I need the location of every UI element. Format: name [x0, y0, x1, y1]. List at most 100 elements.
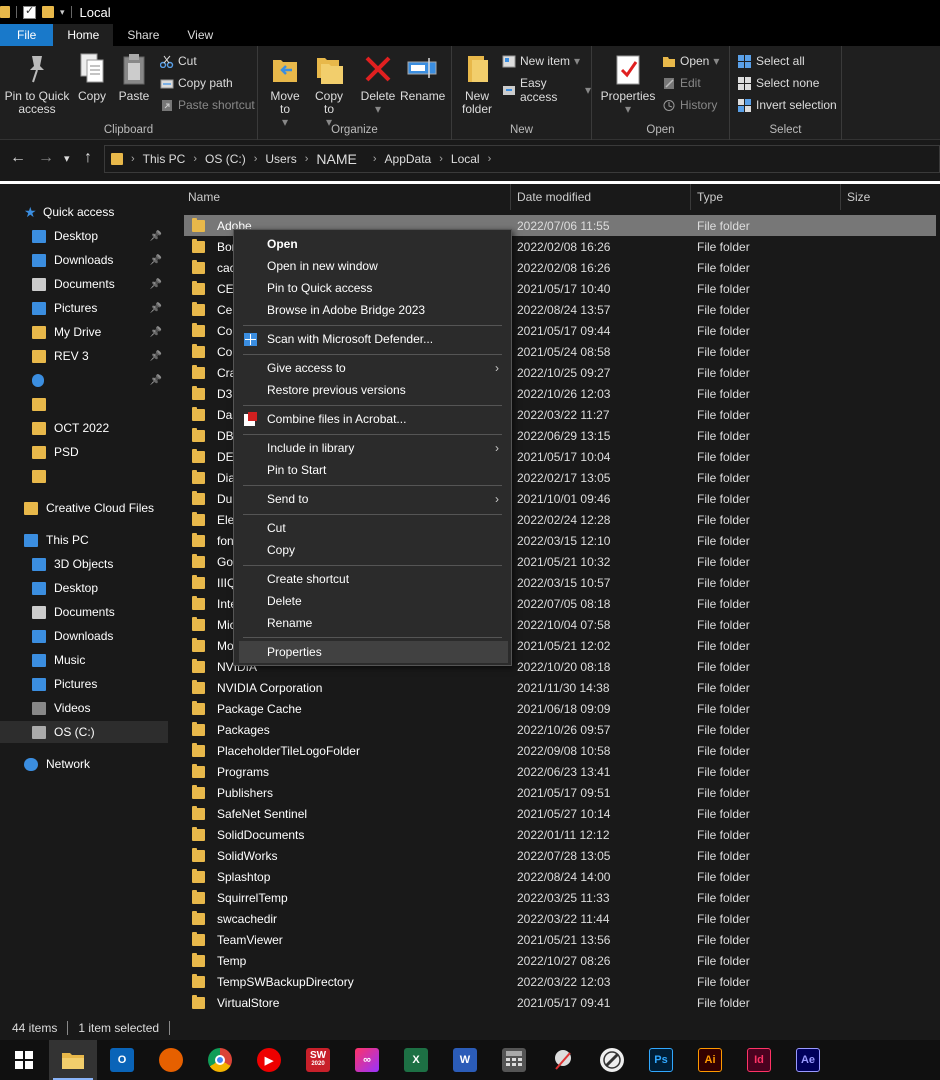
- forward-arrow-icon[interactable]: →: [38, 149, 54, 167]
- column-header-type[interactable]: Type: [691, 184, 841, 210]
- copy-to-button[interactable]: Copy to ▾: [312, 52, 346, 129]
- nav-this-pc-item[interactable]: Desktop: [0, 577, 168, 599]
- nav-quick-access-item[interactable]: [0, 393, 168, 415]
- open-button[interactable]: Open ▾: [662, 54, 719, 68]
- breadcrumb-users[interactable]: Users: [265, 152, 296, 166]
- file-explorer-icon[interactable]: [49, 1040, 97, 1080]
- customize-toolbar-chevron-icon[interactable]: ▾: [60, 7, 65, 18]
- properties-button[interactable]: Properties ▾: [600, 52, 656, 116]
- address-bar[interactable]: › This PC › OS (C:) › Users › NAME › App…: [104, 145, 940, 173]
- nav-quick-access-item[interactable]: Documents 📌: [0, 273, 168, 295]
- history-button[interactable]: History: [662, 98, 717, 112]
- table-row[interactable]: SolidWorks 2022/07/28 13:05 File folder: [184, 845, 936, 866]
- new-item-button[interactable]: New item ▾: [502, 54, 580, 68]
- menu-item-pin-start[interactable]: Pin to Start: [234, 459, 511, 481]
- chevron-right-icon[interactable]: ›: [254, 153, 258, 165]
- column-header-size[interactable]: Size: [841, 184, 940, 210]
- nav-this-pc-item[interactable]: Documents: [0, 601, 168, 623]
- back-arrow-icon[interactable]: ←: [10, 149, 26, 167]
- menu-item-adobe-bridge[interactable]: Browse in Adobe Bridge 2023: [234, 299, 511, 321]
- invert-selection-button[interactable]: Invert selection: [738, 98, 837, 112]
- breadcrumb-this-pc[interactable]: This PC: [143, 152, 186, 166]
- breadcrumb-os-c[interactable]: OS (C:): [205, 152, 246, 166]
- nav-this-pc-item[interactable]: 3D Objects: [0, 553, 168, 575]
- cut-button[interactable]: Cut: [159, 54, 197, 68]
- column-header-date-modified[interactable]: Date modified: [511, 184, 691, 210]
- chevron-right-icon[interactable]: ›: [305, 153, 309, 165]
- nav-quick-access-item[interactable]: Desktop 📌: [0, 225, 168, 247]
- pin-icon[interactable]: 📌: [150, 351, 162, 362]
- nav-quick-access-item[interactable]: REV 3 📌: [0, 345, 168, 367]
- properties-quick-icon[interactable]: [23, 4, 36, 19]
- indesign-icon[interactable]: Id: [747, 1048, 771, 1072]
- column-header-name[interactable]: Name: [182, 184, 511, 210]
- recent-locations-chevron-icon[interactable]: ▾: [64, 152, 70, 165]
- table-row[interactable]: NVIDIA Corporation 2021/11/30 14:38 File f…: [184, 677, 936, 698]
- new-folder-quick-icon[interactable]: [42, 6, 54, 18]
- menu-item-cut[interactable]: Cut: [234, 517, 511, 539]
- windows-start-icon[interactable]: [12, 1048, 36, 1072]
- nav-this-pc-item[interactable]: OS (C:): [0, 721, 168, 743]
- tab-view[interactable]: View: [173, 24, 227, 46]
- chevron-right-icon[interactable]: ›: [193, 153, 197, 165]
- chevron-right-icon[interactable]: ›: [131, 153, 135, 165]
- menu-item-send-to[interactable]: Send to ›: [234, 488, 511, 510]
- table-row[interactable]: Splashtop 2022/08/24 14:00 File folder: [184, 866, 936, 887]
- tab-home[interactable]: Home: [53, 24, 114, 46]
- move-to-button[interactable]: Move to ▾: [268, 52, 302, 129]
- nav-quick-access-item[interactable]: 📌: [0, 369, 168, 391]
- select-none-button[interactable]: Select none: [738, 76, 819, 90]
- nav-creative-cloud-files[interactable]: Creative Cloud Files: [0, 497, 168, 519]
- copy-path-button[interactable]: Copy path: [160, 76, 233, 90]
- chrome-icon[interactable]: [208, 1048, 232, 1072]
- nav-network[interactable]: Network: [0, 753, 168, 775]
- paste-button[interactable]: Paste: [116, 52, 152, 103]
- illustrator-icon[interactable]: Ai: [698, 1048, 722, 1072]
- youtube-music-icon[interactable]: ▶: [257, 1048, 281, 1072]
- nav-this-pc-item[interactable]: Downloads: [0, 625, 168, 647]
- pin-icon[interactable]: 📌: [150, 327, 162, 338]
- table-row[interactable]: TeamViewer 2021/05/21 13:56 File folder: [184, 929, 936, 950]
- paste-shortcut-button[interactable]: Paste shortcut: [160, 98, 255, 112]
- table-row[interactable]: SolidDocuments 2022/01/11 12:12 File folde…: [184, 824, 936, 845]
- after-effects-icon[interactable]: Ae: [796, 1048, 820, 1072]
- table-row[interactable]: PlaceholderTileLogoFolder 2022/09/08 10:5…: [184, 740, 936, 761]
- chevron-right-icon[interactable]: ›: [439, 153, 443, 165]
- nav-this-pc[interactable]: This PC: [0, 529, 168, 551]
- pin-icon[interactable]: 📌: [150, 279, 162, 290]
- new-folder-button[interactable]: New folder: [458, 52, 496, 116]
- nav-this-pc-item[interactable]: Videos: [0, 697, 168, 719]
- table-row[interactable]: Temp 2022/10/27 08:26 File folder: [184, 950, 936, 971]
- nav-this-pc-item[interactable]: Music: [0, 649, 168, 671]
- menu-item-combine-acrobat[interactable]: Combine files in Acrobat...: [234, 408, 511, 430]
- pin-icon[interactable]: 📌: [150, 375, 162, 386]
- menu-item-rename[interactable]: Rename: [234, 612, 511, 634]
- breadcrumb-local[interactable]: Local: [451, 152, 480, 166]
- pin-to-quick-access-button[interactable]: Pin to Quick access: [4, 52, 70, 116]
- nav-quick-access-item[interactable]: [0, 465, 168, 487]
- menu-item-open[interactable]: Open: [234, 233, 511, 255]
- nav-quick-access-item[interactable]: Pictures 📌: [0, 297, 168, 319]
- breadcrumb-appdata[interactable]: AppData: [385, 152, 432, 166]
- delete-button[interactable]: Delete ▾: [358, 52, 398, 116]
- nav-this-pc-item[interactable]: Pictures: [0, 673, 168, 695]
- nav-quick-access-item[interactable]: OCT 2022: [0, 417, 168, 439]
- menu-item-restore-versions[interactable]: Restore previous versions: [234, 379, 511, 401]
- table-row[interactable]: TempSWBackupDirectory 2022/03/22 12:03 Fil…: [184, 971, 936, 992]
- chevron-right-icon[interactable]: ›: [373, 153, 377, 165]
- nav-quick-access-item[interactable]: My Drive 📌: [0, 321, 168, 343]
- nav-quick-access[interactable]: ★ Quick access: [0, 201, 168, 223]
- nav-quick-access-item[interactable]: Downloads 📌: [0, 249, 168, 271]
- menu-item-defender-scan[interactable]: Scan with Microsoft Defender...: [234, 328, 511, 350]
- table-row[interactable]: swcachedir 2022/03/22 11:44 File folder: [184, 908, 936, 929]
- edit-button[interactable]: Edit: [662, 76, 701, 90]
- table-row[interactable]: Package Cache 2021/06/18 09:09 File folder: [184, 698, 936, 719]
- breadcrumb-name[interactable]: NAME: [316, 151, 356, 167]
- menu-item-give-access[interactable]: Give access to ›: [234, 357, 511, 379]
- select-all-button[interactable]: Select all: [738, 54, 805, 68]
- chevron-right-icon[interactable]: ›: [488, 153, 492, 165]
- menu-item-copy[interactable]: Copy: [234, 539, 511, 561]
- nav-quick-access-item[interactable]: PSD: [0, 441, 168, 463]
- easy-access-button[interactable]: Easy access ▾: [502, 76, 591, 104]
- firefox-icon[interactable]: [159, 1048, 183, 1072]
